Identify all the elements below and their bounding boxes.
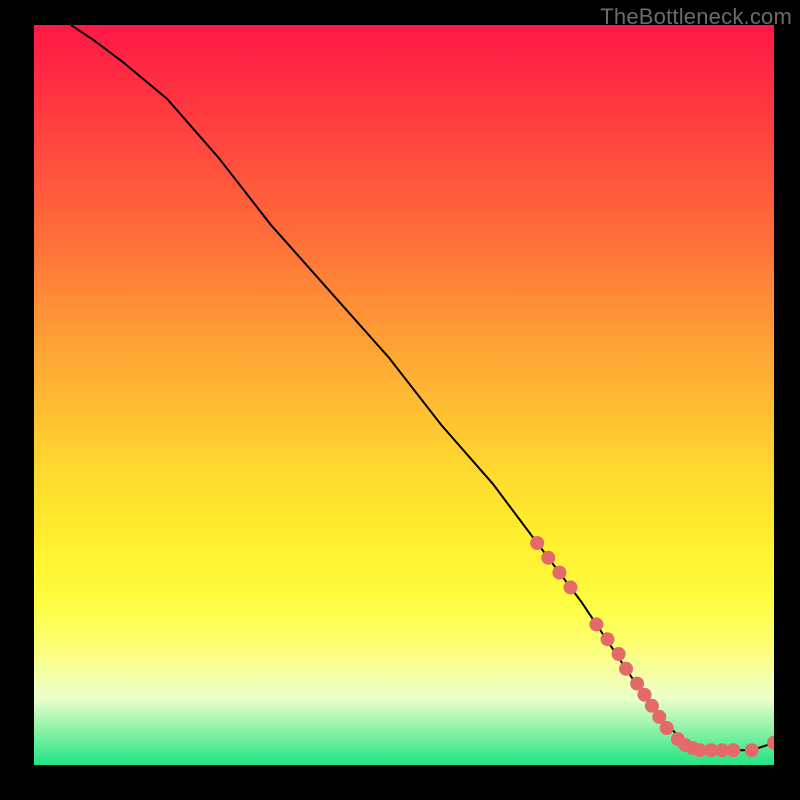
chart-plot-area [34, 25, 774, 765]
chart-stage: TheBottleneck.com [0, 0, 800, 800]
